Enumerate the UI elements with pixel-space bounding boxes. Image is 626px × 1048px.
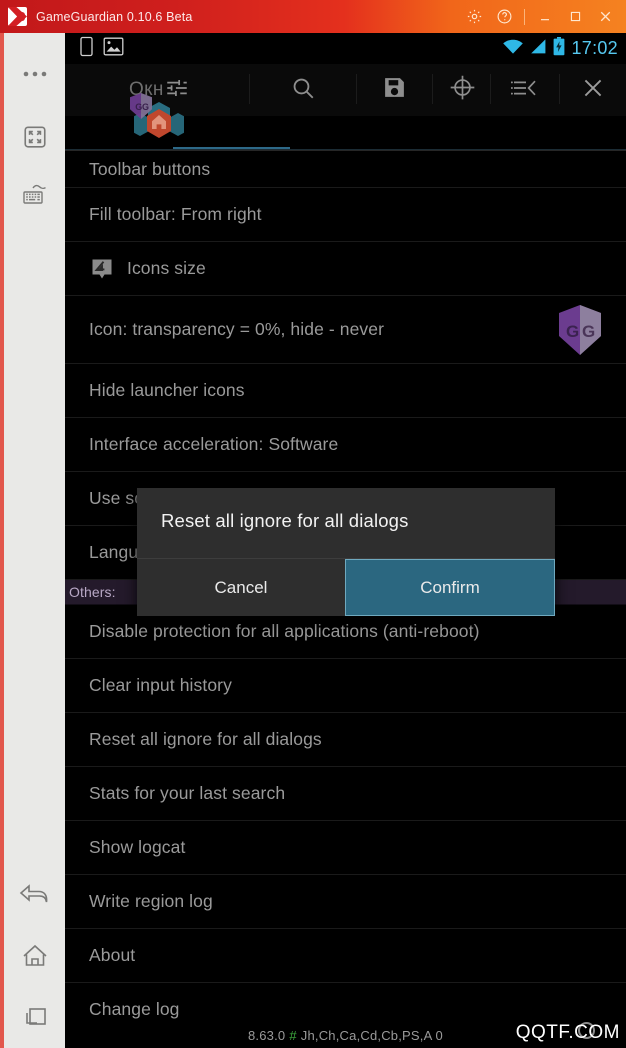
gear-icon[interactable] [459, 0, 489, 33]
window-controls [459, 0, 626, 33]
back-button[interactable] [4, 868, 65, 920]
cancel-button[interactable]: Cancel [137, 559, 345, 616]
home-button[interactable] [4, 930, 65, 982]
more-options-button[interactable] [4, 48, 65, 100]
emulator-window: GameGuardian 0.10.6 Beta 17:02 Окн G G T… [0, 0, 626, 1048]
close-icon[interactable] [590, 0, 620, 33]
minimize-icon[interactable] [530, 0, 560, 33]
confirm-button[interactable]: Confirm [345, 559, 555, 616]
emulator-side-rail [0, 33, 65, 1048]
window-title-bar: GameGuardian 0.10.6 Beta [0, 0, 626, 33]
dialog-title: Reset all ignore for all dialogs [161, 510, 409, 531]
maximize-icon[interactable] [560, 0, 590, 33]
gameguardian-logo-icon [8, 7, 27, 26]
dialog-buttons: Cancel Confirm [137, 558, 555, 616]
question-circle-icon[interactable] [489, 0, 519, 33]
recents-button[interactable] [4, 991, 65, 1043]
keyboard-macro-button[interactable] [4, 169, 65, 221]
watermark-dot [578, 1022, 595, 1039]
watermark: QQTF.COM [515, 1022, 620, 1043]
confirm-dialog: Reset all ignore for all dialogs Cancel … [137, 488, 555, 616]
window-title: GameGuardian 0.10.6 Beta [36, 9, 193, 24]
window-controls-divider [524, 8, 525, 25]
android-screen: 17:02 Окн G G Toolbar buttons Fill toolb… [65, 33, 626, 1048]
fullscreen-button[interactable] [4, 111, 65, 163]
